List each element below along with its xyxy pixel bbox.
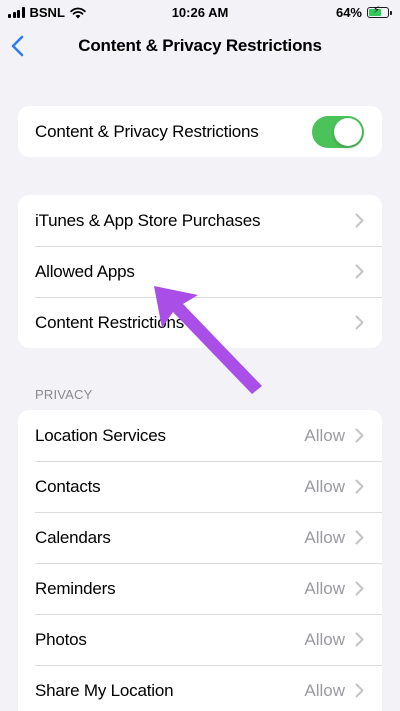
row-label: Calendars — [35, 527, 111, 547]
reminders-row[interactable]: Reminders Allow — [18, 563, 382, 614]
chevron-right-icon — [355, 683, 364, 698]
row-value: Allow — [304, 629, 345, 649]
store-settings-group: iTunes & App Store Purchases Allowed App… — [18, 195, 382, 348]
status-bar: BSNL 10:26 AM 64% ⚡ — [0, 0, 400, 26]
row-label: Content Restrictions — [35, 312, 185, 332]
row-value: Allow — [304, 680, 345, 700]
row-label: Photos — [35, 629, 87, 649]
chevron-right-icon — [355, 581, 364, 596]
chevron-right-icon — [355, 530, 364, 545]
status-right: 64% ⚡ — [336, 5, 392, 20]
page-title: Content & Privacy Restrictions — [78, 36, 322, 55]
itunes-app-store-purchases-row[interactable]: iTunes & App Store Purchases — [18, 195, 382, 246]
restrictions-toggle-switch[interactable] — [312, 115, 364, 148]
chevron-right-icon — [355, 213, 364, 228]
chevron-right-icon — [355, 428, 364, 443]
restrictions-toggle-label: Content & Privacy Restrictions — [35, 121, 259, 141]
content-restrictions-row[interactable]: Content Restrictions — [18, 297, 382, 348]
restrictions-toggle-row: Content & Privacy Restrictions — [18, 106, 382, 157]
privacy-section-header: PRIVACY — [35, 387, 93, 402]
contacts-row[interactable]: Contacts Allow — [18, 461, 382, 512]
row-label: Allowed Apps — [35, 261, 135, 281]
allowed-apps-row[interactable]: Allowed Apps — [18, 246, 382, 297]
chevron-right-icon — [355, 264, 364, 279]
battery-percent: 64% — [335, 5, 362, 20]
toggle-knob — [334, 117, 362, 146]
calendars-row[interactable]: Calendars Allow — [18, 512, 382, 563]
row-label: Location Services — [35, 425, 166, 445]
photos-row[interactable]: Photos Allow — [18, 614, 382, 665]
share-my-location-row[interactable]: Share My Location Allow — [18, 665, 382, 711]
row-value: Allow — [304, 578, 345, 598]
chevron-right-icon — [355, 632, 364, 647]
row-label: Share My Location — [35, 680, 174, 700]
charging-bolt-icon: ⚡ — [373, 5, 381, 16]
restrictions-toggle-group: Content & Privacy Restrictions — [18, 106, 382, 157]
row-value: Allow — [304, 476, 345, 496]
row-label: Contacts — [35, 476, 101, 496]
chevron-right-icon — [355, 315, 364, 330]
row-label: Reminders — [35, 578, 116, 598]
privacy-settings-group: Location Services Allow Contacts Allow C… — [18, 410, 382, 711]
battery-icon: ⚡ — [367, 5, 392, 18]
row-value: Allow — [304, 527, 345, 547]
row-value: Allow — [304, 425, 345, 445]
navigation-bar: Content & Privacy Restrictions — [0, 26, 400, 66]
row-label: iTunes & App Store Purchases — [35, 210, 261, 230]
location-services-row[interactable]: Location Services Allow — [18, 410, 382, 461]
chevron-right-icon — [355, 479, 364, 494]
